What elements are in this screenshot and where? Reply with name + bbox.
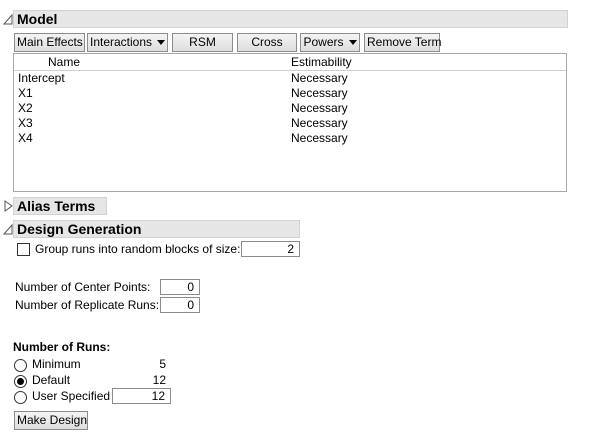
table-row[interactable]: X2 Necessary bbox=[14, 101, 566, 116]
cross-button[interactable]: Cross bbox=[237, 33, 297, 52]
table-row[interactable]: X1 Necessary bbox=[14, 86, 566, 101]
rsm-button[interactable]: RSM bbox=[172, 33, 233, 52]
table-row[interactable]: X4 Necessary bbox=[14, 131, 566, 146]
column-header-estimability[interactable]: Estimability bbox=[291, 55, 352, 70]
term-name: Intercept bbox=[18, 71, 65, 85]
model-header[interactable] bbox=[13, 10, 568, 28]
term-estimability: Necessary bbox=[291, 71, 348, 85]
minimum-runs-value: 5 bbox=[159, 357, 166, 371]
group-runs-label: Group runs into random blocks of size: bbox=[35, 242, 241, 256]
disclosure-expanded-icon[interactable] bbox=[3, 13, 13, 25]
center-points-label: Number of Center Points: bbox=[15, 280, 151, 294]
model-title: Model bbox=[17, 11, 58, 27]
term-estimability: Necessary bbox=[291, 131, 348, 145]
table-row[interactable]: Intercept Necessary bbox=[14, 71, 566, 86]
dropdown-arrow-icon bbox=[157, 40, 166, 46]
design-generation-title: Design Generation bbox=[17, 221, 142, 237]
number-of-runs-heading: Number of Runs: bbox=[13, 340, 111, 354]
term-name: X1 bbox=[18, 86, 33, 100]
table-row[interactable]: X3 Necessary bbox=[14, 116, 566, 131]
make-design-button[interactable]: Make Design bbox=[14, 411, 88, 430]
term-estimability: Necessary bbox=[291, 101, 348, 115]
alias-terms-title: Alias Terms bbox=[17, 198, 96, 214]
default-runs-value: 12 bbox=[152, 373, 166, 387]
model-terms-list[interactable]: Name Estimability Intercept Necessary X1… bbox=[13, 53, 567, 192]
replicate-runs-label: Number of Replicate Runs: bbox=[15, 298, 160, 312]
radio-minimum[interactable] bbox=[14, 359, 27, 372]
radio-user-specified-label: User Specified bbox=[32, 389, 111, 403]
powers-button[interactable]: Powers bbox=[300, 33, 360, 52]
interactions-label: Interactions bbox=[90, 35, 153, 49]
radio-user-specified[interactable] bbox=[14, 391, 27, 404]
group-runs-checkbox[interactable] bbox=[17, 243, 30, 256]
main-effects-button[interactable]: Main Effects bbox=[14, 33, 85, 52]
radio-default[interactable] bbox=[14, 375, 27, 388]
remove-term-button[interactable]: Remove Term bbox=[364, 33, 441, 52]
dropdown-arrow-icon bbox=[348, 40, 357, 46]
term-name: X3 bbox=[18, 116, 33, 130]
powers-label: Powers bbox=[303, 35, 344, 49]
term-estimability: Necessary bbox=[291, 116, 348, 130]
replicate-runs-input[interactable]: 0 bbox=[160, 297, 200, 313]
term-estimability: Necessary bbox=[291, 86, 348, 100]
disclosure-expanded-icon[interactable] bbox=[3, 223, 13, 235]
interactions-button[interactable]: Interactions bbox=[87, 33, 168, 52]
center-points-input[interactable]: 0 bbox=[160, 279, 200, 295]
user-specified-runs-input[interactable]: 12 bbox=[112, 388, 171, 404]
radio-default-label: Default bbox=[32, 373, 71, 387]
block-size-input[interactable]: 2 bbox=[241, 241, 300, 257]
disclosure-collapsed-icon[interactable] bbox=[4, 200, 14, 212]
column-header-name[interactable]: Name bbox=[48, 55, 80, 70]
radio-minimum-label: Minimum bbox=[32, 357, 81, 371]
term-name: X2 bbox=[18, 101, 33, 115]
term-name: X4 bbox=[18, 131, 33, 145]
radio-selected-dot bbox=[17, 378, 24, 385]
list-header: Name Estimability bbox=[14, 54, 566, 71]
